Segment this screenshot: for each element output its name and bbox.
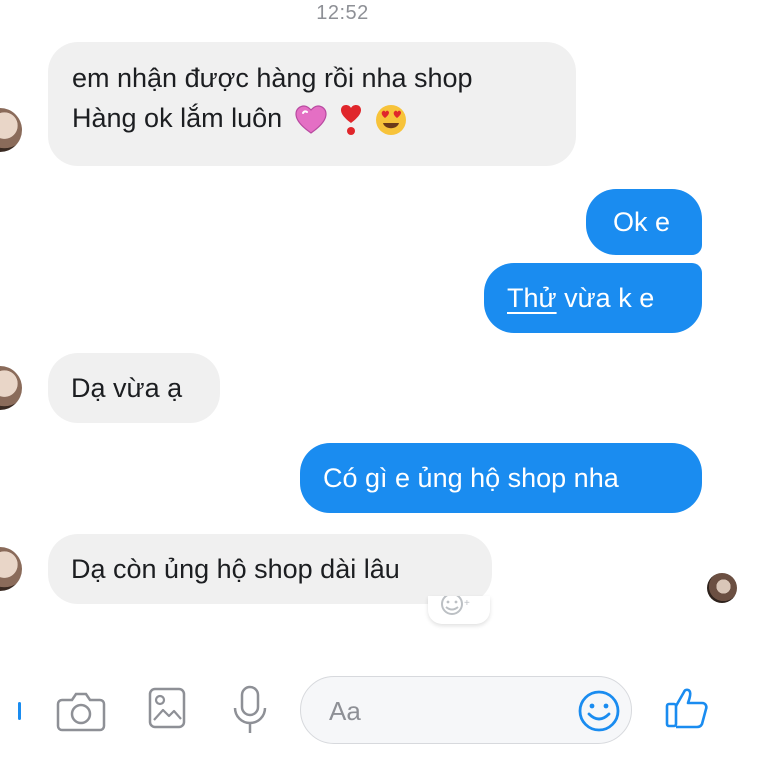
seen-indicator-avatar bbox=[707, 573, 737, 603]
svg-text:+: + bbox=[464, 598, 470, 609]
message-bubble-incoming[interactable]: Dạ vừa ạ bbox=[48, 353, 220, 423]
contact-avatar[interactable] bbox=[0, 108, 22, 152]
smiley-icon: + bbox=[441, 596, 470, 615]
composer-edge-mark bbox=[18, 702, 21, 720]
message-input[interactable] bbox=[327, 691, 571, 731]
contact-avatar[interactable] bbox=[0, 366, 22, 410]
message-text-line2: Hàng ok lắm luôn bbox=[72, 98, 552, 138]
heart-eyes-emoji-icon bbox=[375, 104, 406, 135]
message-bubble-incoming[interactable]: Dạ còn ủng hộ shop dài lâu bbox=[48, 534, 492, 604]
message-text: vừa k e bbox=[556, 283, 655, 313]
camera-icon[interactable] bbox=[56, 688, 106, 732]
sparkling-heart-emoji-icon bbox=[295, 105, 327, 134]
heart-exclamation-emoji-icon bbox=[341, 104, 362, 135]
message-input-box[interactable] bbox=[300, 676, 632, 744]
microphone-icon[interactable] bbox=[230, 684, 270, 736]
message-text: Dạ còn ủng hộ shop dài lâu bbox=[71, 554, 400, 584]
spellcheck-underlined-word[interactable]: Thử bbox=[507, 283, 557, 313]
emoji-icon[interactable] bbox=[577, 689, 621, 733]
thumbs-up-icon[interactable] bbox=[664, 686, 710, 730]
message-text: Ok e bbox=[613, 207, 671, 237]
message-text: em nhận được hàng rồi nha shop bbox=[72, 63, 473, 93]
message-bubble-outgoing[interactable]: Thử vừa k e bbox=[484, 263, 702, 333]
message-text: Dạ vừa ạ bbox=[71, 373, 183, 403]
message-bubble-outgoing[interactable]: Ok e bbox=[586, 189, 702, 255]
message-text: Hàng ok lắm luôn bbox=[72, 103, 283, 133]
message-bubble-outgoing[interactable]: Có gì e ủng hộ shop nha bbox=[300, 443, 702, 513]
contact-avatar[interactable] bbox=[0, 547, 22, 591]
add-reaction-button[interactable]: + bbox=[428, 596, 490, 624]
image-icon[interactable] bbox=[147, 686, 187, 730]
message-text: Có gì e ủng hộ shop nha bbox=[323, 463, 619, 493]
timestamp: 12:52 bbox=[316, 2, 369, 24]
message-bubble-incoming[interactable]: em nhận được hàng rồi nha shop Hàng ok l… bbox=[48, 42, 576, 166]
